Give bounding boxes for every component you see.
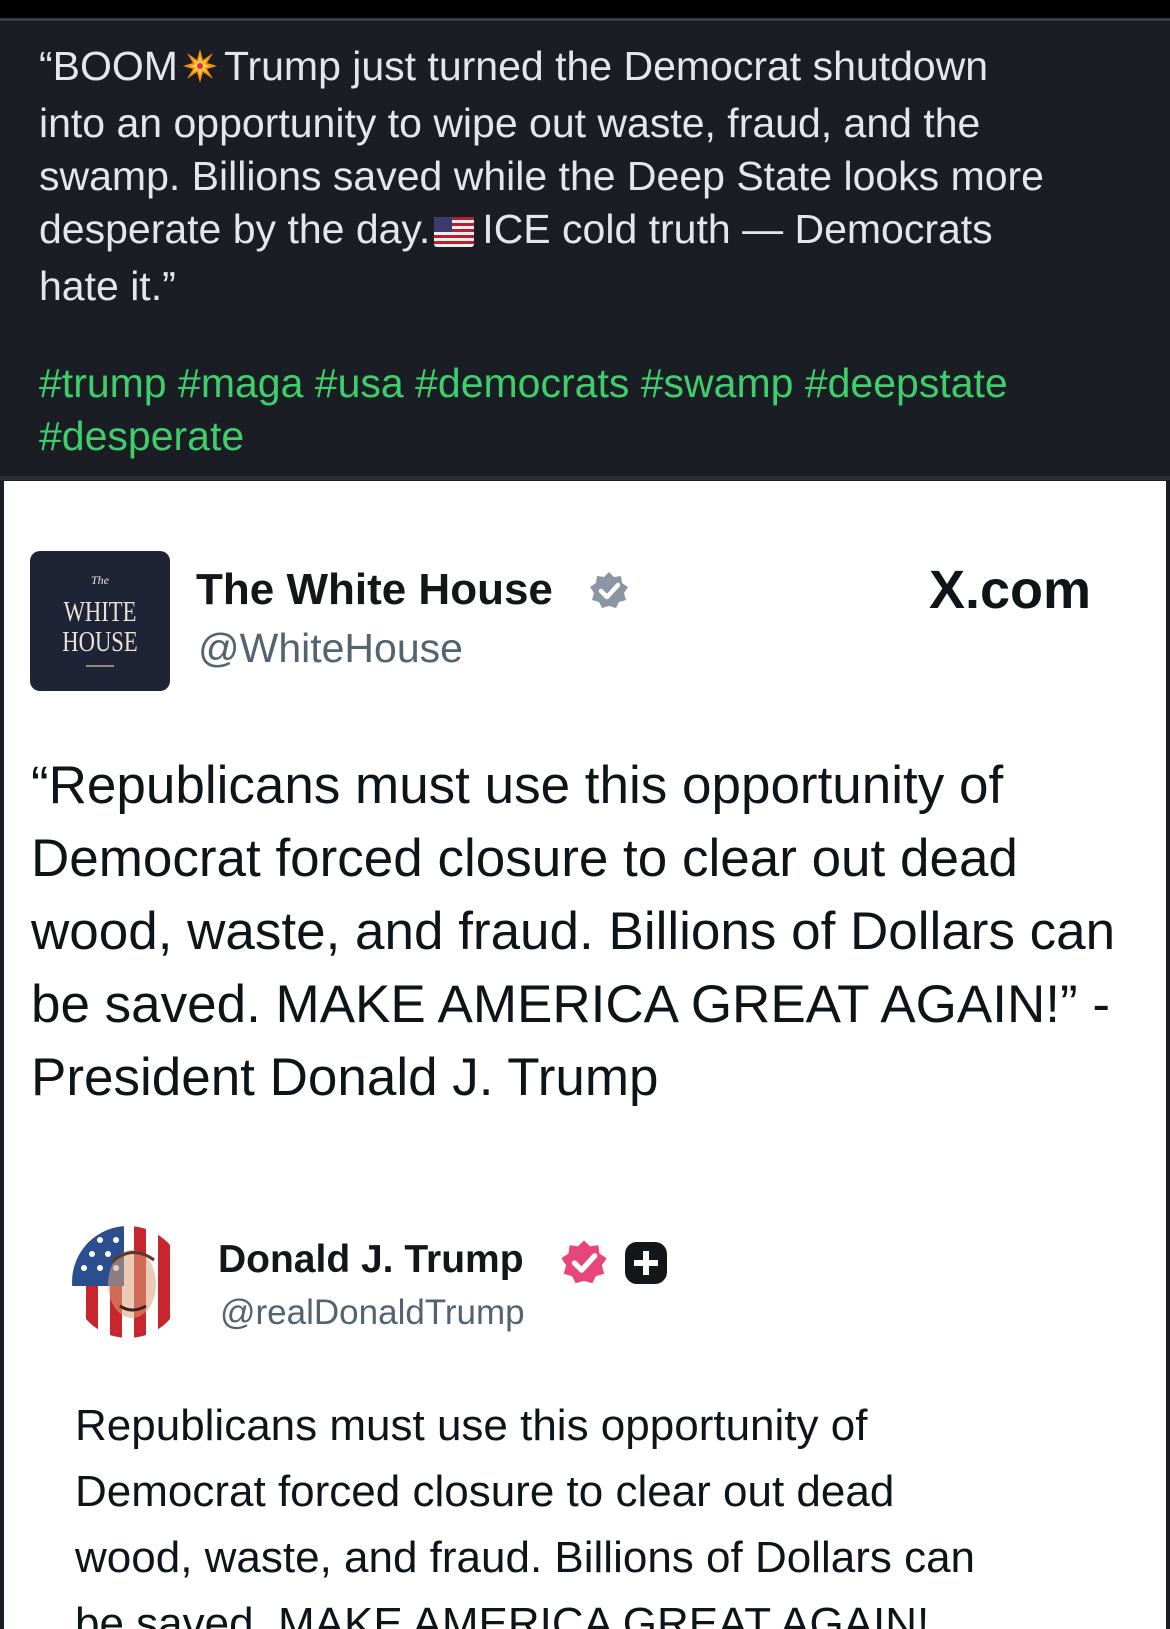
- embedded-post-line: wood, waste, and fraud. Billions of Doll…: [75, 1533, 976, 1582]
- hashtag-link[interactable]: #democrats: [415, 360, 629, 406]
- plus-badge-icon: [624, 1241, 668, 1290]
- verified-badge-icon: [559, 1238, 609, 1293]
- quote-line: “Republicans must use this opportunity o…: [31, 756, 1004, 815]
- hashtag-link[interactable]: #swamp: [641, 360, 794, 406]
- caption-boom: “BOOM: [39, 43, 178, 89]
- hashtag-link[interactable]: #desperate: [39, 413, 244, 459]
- embedded-post-line: Democrat forced closure to clear out dea…: [75, 1467, 895, 1516]
- verified-badge-icon: [588, 570, 630, 617]
- hashtag-link[interactable]: #deepstate: [805, 360, 1008, 406]
- quote-line: wood, waste, and fraud. Billions of Doll…: [31, 902, 1116, 961]
- us-flag-emoji-icon: [434, 207, 475, 260]
- caption-text: desperate by the day.: [39, 206, 431, 252]
- logo-text: HOUSE: [62, 626, 138, 658]
- embedded-post-line: Republicans must use this opportunity of: [75, 1401, 868, 1450]
- hashtag-list: #trump #maga #usa #democrats #swamp #dee…: [39, 357, 1139, 463]
- caption-text: ICE cold truth — Democrats: [482, 206, 993, 252]
- embedded-account-handle: @realDonaldTrump: [220, 1293, 525, 1332]
- logo-text: The: [91, 573, 109, 587]
- divider: [0, 476, 1170, 480]
- card-edge: [1166, 481, 1170, 1629]
- caption-line-5: hate it.”: [39, 263, 176, 309]
- post-caption: “BOOM Trump just turned the Democrat shut…: [39, 40, 1139, 313]
- hashtag-link[interactable]: #usa: [315, 360, 404, 406]
- quote-text: “Republicans must use this opportunity o…: [31, 749, 1151, 1114]
- quote-line: President Donald J. Trump: [31, 1048, 659, 1107]
- caption-line-1: “BOOM Trump just turned the Democrat shut…: [39, 40, 1139, 97]
- source-label: X.com: [929, 560, 1092, 620]
- divider: [0, 18, 1170, 21]
- caption-line-2: into an opportunity to wipe out waste, f…: [39, 100, 981, 146]
- logo-rule: [86, 665, 114, 667]
- hashtag-link[interactable]: #maga: [178, 360, 303, 406]
- hashtag-link[interactable]: #trump: [39, 360, 167, 406]
- account-handle: @WhiteHouse: [198, 625, 463, 671]
- caption-line-4: desperate by the day. ICE cold truth — De…: [39, 203, 1139, 260]
- embedded-account-name: Donald J. Trump: [218, 1238, 524, 1281]
- caption-text: Trump just turned the Democrat shutdown: [223, 43, 989, 89]
- quote-line: be saved. MAKE AMERICA GREAT AGAIN!” -: [31, 975, 1110, 1034]
- shared-image-card[interactable]: The WHITE HOUSE The White House @WhiteHo…: [4, 481, 1166, 1629]
- logo-text: WHITE: [63, 596, 137, 628]
- embedded-post-text: Republicans must use this opportunity of…: [75, 1393, 1155, 1629]
- caption-line-3: swamp. Billions saved while the Deep Sta…: [39, 153, 1044, 199]
- embedded-post-line: be saved. MAKE AMERICA GREAT AGAIN!: [75, 1599, 930, 1629]
- quote-line: Democrat forced closure to clear out dea…: [31, 829, 1018, 888]
- white-house-logo: The WHITE HOUSE: [30, 551, 170, 691]
- collision-emoji-icon: [182, 44, 218, 97]
- avatar: [72, 1226, 184, 1338]
- account-name: The White House: [196, 565, 553, 614]
- status-bar: [0, 0, 1170, 18]
